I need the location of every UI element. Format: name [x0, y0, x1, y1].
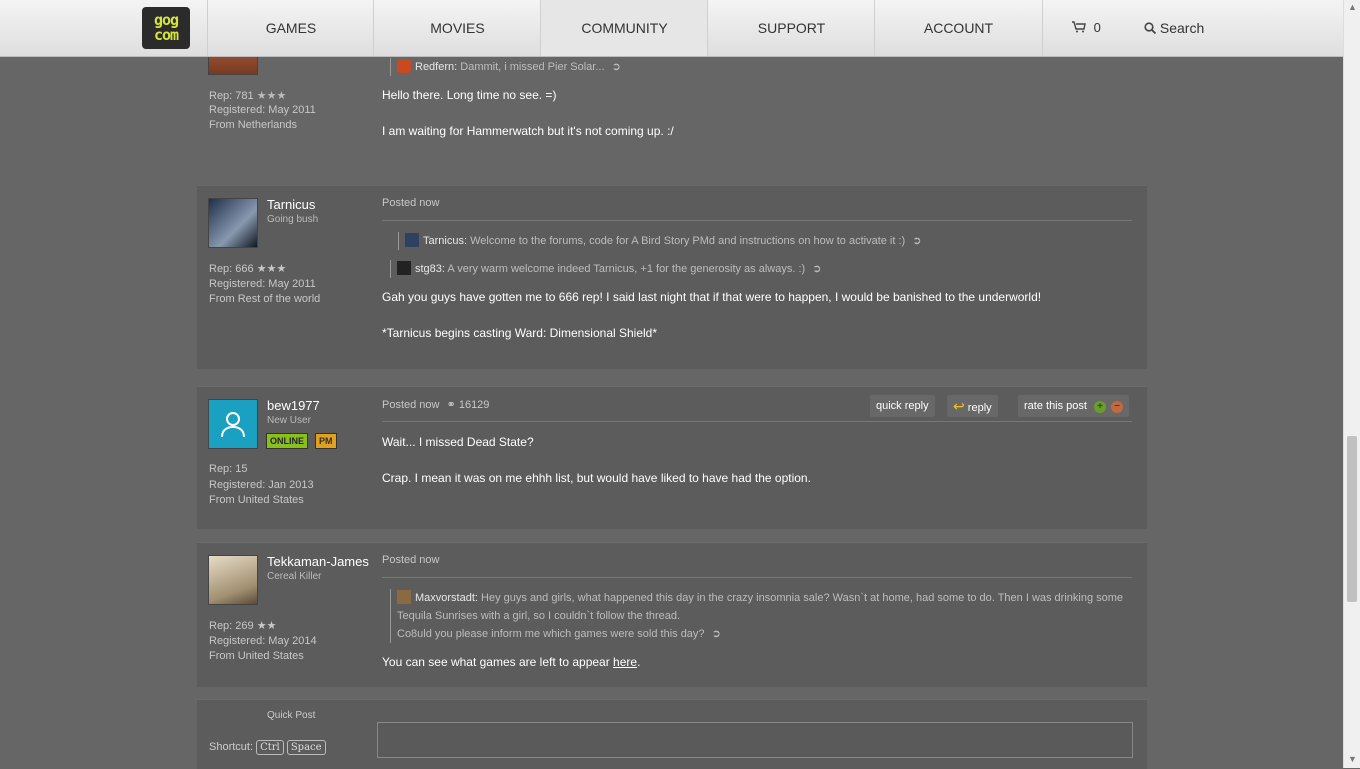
user-location: From United States [209, 650, 304, 662]
user-location: From United States [209, 494, 304, 506]
scroll-thumb[interactable] [1347, 436, 1357, 602]
forum-post: bew1977 New User ONLINE PM Rep: 15 Regis… [197, 386, 1147, 529]
quote-avatar-icon [397, 59, 411, 73]
username[interactable]: bew1977 [267, 398, 320, 413]
quote-link-icon[interactable]: ➲ [912, 235, 921, 247]
user-rep: Rep: 15 [209, 463, 248, 475]
pm-button[interactable]: PM [315, 433, 337, 449]
quote-line: Co8uld you please inform me which games … [397, 628, 721, 640]
post-text: You can see what games are left to appea… [382, 655, 641, 669]
rep-stars: ★★ [256, 620, 277, 632]
post-text: *Tarnicus begins casting Ward: Dimension… [382, 326, 658, 340]
quote-line: Redfern: Dammit, i missed Pier Solar... … [390, 58, 1137, 76]
quote-avatar-icon [397, 590, 411, 604]
rate-post: rate this post + − [1018, 395, 1130, 417]
post-divider [382, 577, 1132, 578]
post-text: Hello there. Long time no see. =) [382, 88, 557, 102]
here-link[interactable]: here [613, 655, 637, 669]
quote-link-icon[interactable]: ➲ [612, 61, 621, 73]
post-text: Wait... I missed Dead State? [382, 435, 534, 449]
user-rep: Rep: 666 ★★★ [209, 263, 287, 275]
shortcut-hint: Shortcut: Ctrl Space [209, 740, 326, 755]
rate-up-icon[interactable]: + [1094, 401, 1107, 413]
quote-block: Maxvorstadt: Hey guys and girls, what ha… [390, 589, 1137, 643]
top-navigation: gog com GAMES MOVIES COMMUNITY SUPPORT AC… [0, 0, 1343, 57]
post-text: Gah you guys have gotten me to 666 rep! … [382, 290, 1042, 304]
nav-account[interactable]: ACCOUNT [874, 0, 1043, 56]
post-id[interactable]: 16129 [459, 399, 490, 411]
search-icon [1144, 20, 1160, 36]
post-text: I am waiting for Hammerwatch but it's no… [382, 124, 674, 138]
post-timestamp: Posted now ⚭ 16129 [382, 399, 490, 411]
default-user-icon [221, 412, 245, 438]
avatar[interactable] [208, 198, 258, 248]
avatar[interactable] [208, 555, 258, 605]
username[interactable]: Tarnicus [267, 197, 315, 212]
reply-button[interactable]: ↩ reply [947, 395, 998, 417]
quote-avatar-icon [397, 261, 411, 275]
nav-support[interactable]: SUPPORT [707, 0, 875, 56]
username[interactable]: Tekkaman-James [267, 554, 369, 569]
post-timestamp: Posted now [382, 554, 440, 566]
user-registered: Registered: May 2011 [209, 104, 316, 116]
post-divider [382, 220, 1132, 221]
space-key: Space [286, 740, 326, 755]
cart-count: 0 [1093, 20, 1101, 35]
online-badge: ONLINE [266, 433, 309, 449]
rate-down-icon[interactable]: − [1111, 401, 1124, 413]
cart-button[interactable]: 0 [1072, 0, 1101, 56]
user-registered: Registered: May 2014 [209, 635, 317, 647]
quick-post-textarea[interactable] [377, 722, 1133, 758]
nav-games[interactable]: GAMES [207, 0, 374, 56]
search-button[interactable]: Search [1144, 0, 1204, 56]
nav-community[interactable]: COMMUNITY [540, 0, 708, 56]
quote-line: Maxvorstadt: Hey guys and girls, what ha… [397, 589, 1137, 607]
link-icon: ⚭ [446, 399, 456, 411]
nav-movies[interactable]: MOVIES [373, 0, 541, 56]
forum-post: Tekkaman-James Cereal Killer Rep: 269 ★★… [197, 542, 1147, 687]
rep-stars: ★★★ [256, 90, 287, 102]
scroll-down-arrow-icon[interactable]: ▼ [1348, 754, 1357, 764]
quote-link-icon[interactable]: ➲ [812, 263, 821, 275]
rep-stars: ★★★ [256, 263, 287, 275]
page-scrollbar[interactable]: ▲ ▼ [1343, 0, 1360, 768]
post-text: Crap. I mean it was on me ehhh list, but… [382, 471, 811, 485]
rate-label: rate this post [1024, 400, 1087, 412]
quick-post-title: Quick Post [267, 710, 316, 721]
user-registered: Registered: Jan 2013 [209, 479, 314, 491]
post-timestamp: Posted now [382, 197, 440, 209]
user-title: Going bush [267, 214, 319, 225]
ctrl-key: Ctrl [256, 740, 284, 755]
quick-reply-button[interactable]: quick reply [870, 395, 935, 417]
reply-label: reply [967, 402, 992, 414]
user-location: From Rest of the world [209, 293, 321, 305]
search-label: Search [1159, 20, 1205, 36]
scroll-up-arrow-icon[interactable]: ▲ [1348, 2, 1357, 12]
quote-avatar-icon [405, 233, 419, 247]
cart-icon [1072, 20, 1090, 35]
user-rep: Rep: 269 ★★ [209, 620, 277, 632]
forum-post: Tarnicus Going bush Rep: 666 ★★★ Registe… [197, 185, 1147, 369]
quick-post-panel: Quick Post Shortcut: Ctrl Space [197, 699, 1147, 769]
quote-link-icon[interactable]: ➲ [712, 628, 721, 640]
user-title: Cereal Killer [267, 571, 322, 582]
user-rep: Rep: 781 ★★★ [209, 90, 287, 102]
avatar[interactable] [208, 399, 258, 449]
gog-logo[interactable]: gog com [142, 7, 190, 49]
user-location: From Netherlands [209, 119, 298, 131]
post-divider [382, 421, 1132, 422]
quote-line: stg83: A very warm welcome indeed Tarnic… [390, 260, 1137, 278]
quote-line: Tarnicus: Welcome to the forums, code fo… [398, 232, 1137, 250]
user-title: New User [267, 415, 311, 426]
quote-line: Tequila Sunrises with a girl, so I could… [397, 610, 681, 622]
user-registered: Registered: May 2011 [209, 278, 316, 290]
reply-arrow-icon: ↩ [953, 398, 965, 414]
